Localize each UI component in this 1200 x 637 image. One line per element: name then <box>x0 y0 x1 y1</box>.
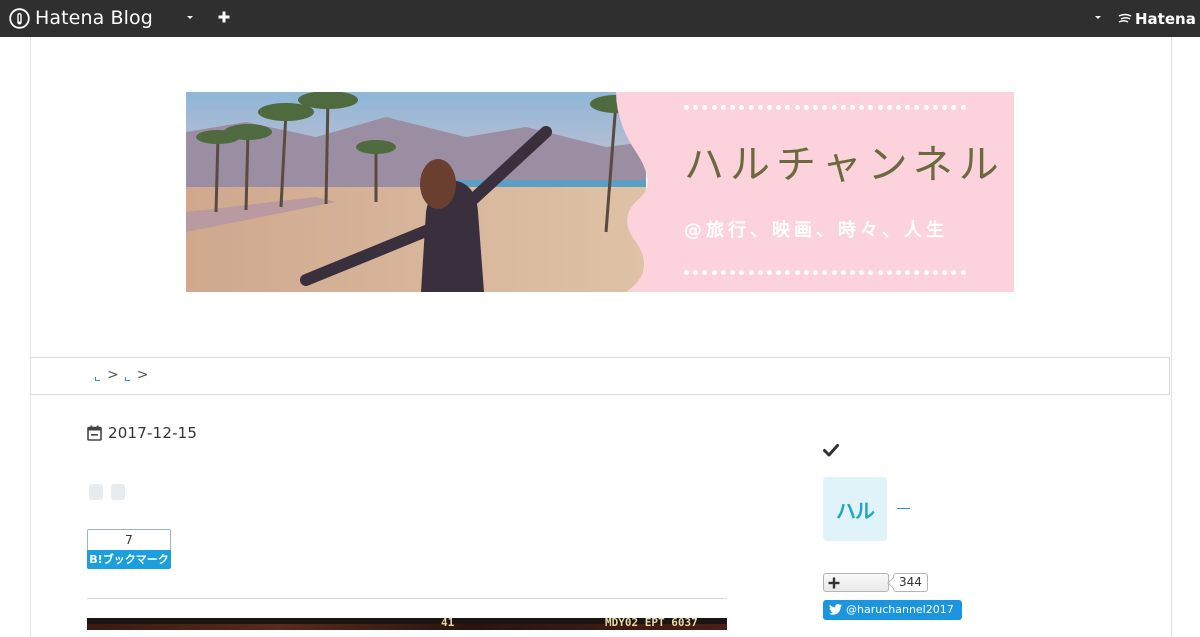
check-icon <box>823 444 839 457</box>
avatar-text: ハル <box>836 498 875 523</box>
breadcrumb-link-category[interactable] <box>124 377 130 381</box>
chevron-down-icon[interactable] <box>1092 11 1104 23</box>
banner-title: ハルチャンネル <box>684 142 1005 188</box>
article-date: 2017-12-15 <box>87 424 197 442</box>
plus-icon <box>828 577 840 589</box>
banner-photo <box>186 92 1014 292</box>
bookmark-label[interactable]: B!ブックマーク <box>87 550 171 569</box>
hatena-blog-logo[interactable]: Hatena Blog <box>9 7 153 29</box>
breadcrumb-link-top[interactable] <box>95 377 100 381</box>
breadcrumb-separator: > <box>107 367 119 383</box>
hatena-logo-icon <box>1118 13 1132 23</box>
hatena-blog-logo-text: Hatena Blog <box>35 7 153 29</box>
title-glyph-placeholder <box>89 484 103 500</box>
profile-name-link[interactable] <box>897 508 910 509</box>
blog-header-banner[interactable]: ハルチャンネル @旅行、映画、時々、人生 <box>186 92 1014 292</box>
article-date-text[interactable]: 2017-12-15 <box>108 424 197 442</box>
hatena-logo-text: Hatena <box>1135 10 1196 28</box>
top-bar: Hatena Blog Hatena <box>0 0 1200 37</box>
image-hud-code: MDY02 EPT 6037 <box>605 618 698 629</box>
twitter-bird-icon <box>829 604 842 615</box>
article-title[interactable] <box>89 484 125 500</box>
chevron-down-icon[interactable] <box>184 11 196 23</box>
hatena-bookmark-button[interactable]: 7 B!ブックマーク <box>87 529 171 569</box>
hatena-account-menu[interactable]: Hatena <box>1118 10 1196 28</box>
calendar-icon <box>87 425 102 441</box>
article-image: 41 MDY02 EPT 6037 <box>87 618 727 630</box>
plus-icon[interactable] <box>216 9 232 25</box>
title-glyph-placeholder <box>111 484 125 500</box>
follow-button[interactable] <box>823 573 889 592</box>
breadcrumb-items: > > <box>95 367 154 383</box>
breadcrumb-separator: > <box>136 367 149 383</box>
follower-count[interactable]: 344 <box>893 573 928 592</box>
profile-avatar[interactable]: ハル <box>823 477 887 541</box>
image-hud-number: 41 <box>441 618 455 629</box>
article-divider <box>87 598 727 599</box>
banner-subtitle: @旅行、映画、時々、人生 <box>684 220 948 241</box>
breadcrumb: > > <box>30 357 1170 395</box>
twitter-follow-button[interactable]: @haruchannel2017 <box>823 600 962 620</box>
hatena-blog-logo-icon <box>9 7 30 29</box>
banner-dots-bottom <box>684 270 966 276</box>
bookmark-count[interactable]: 7 <box>87 529 171 550</box>
twitter-handle: @haruchannel2017 <box>846 603 954 616</box>
banner-dots-top <box>684 105 966 111</box>
